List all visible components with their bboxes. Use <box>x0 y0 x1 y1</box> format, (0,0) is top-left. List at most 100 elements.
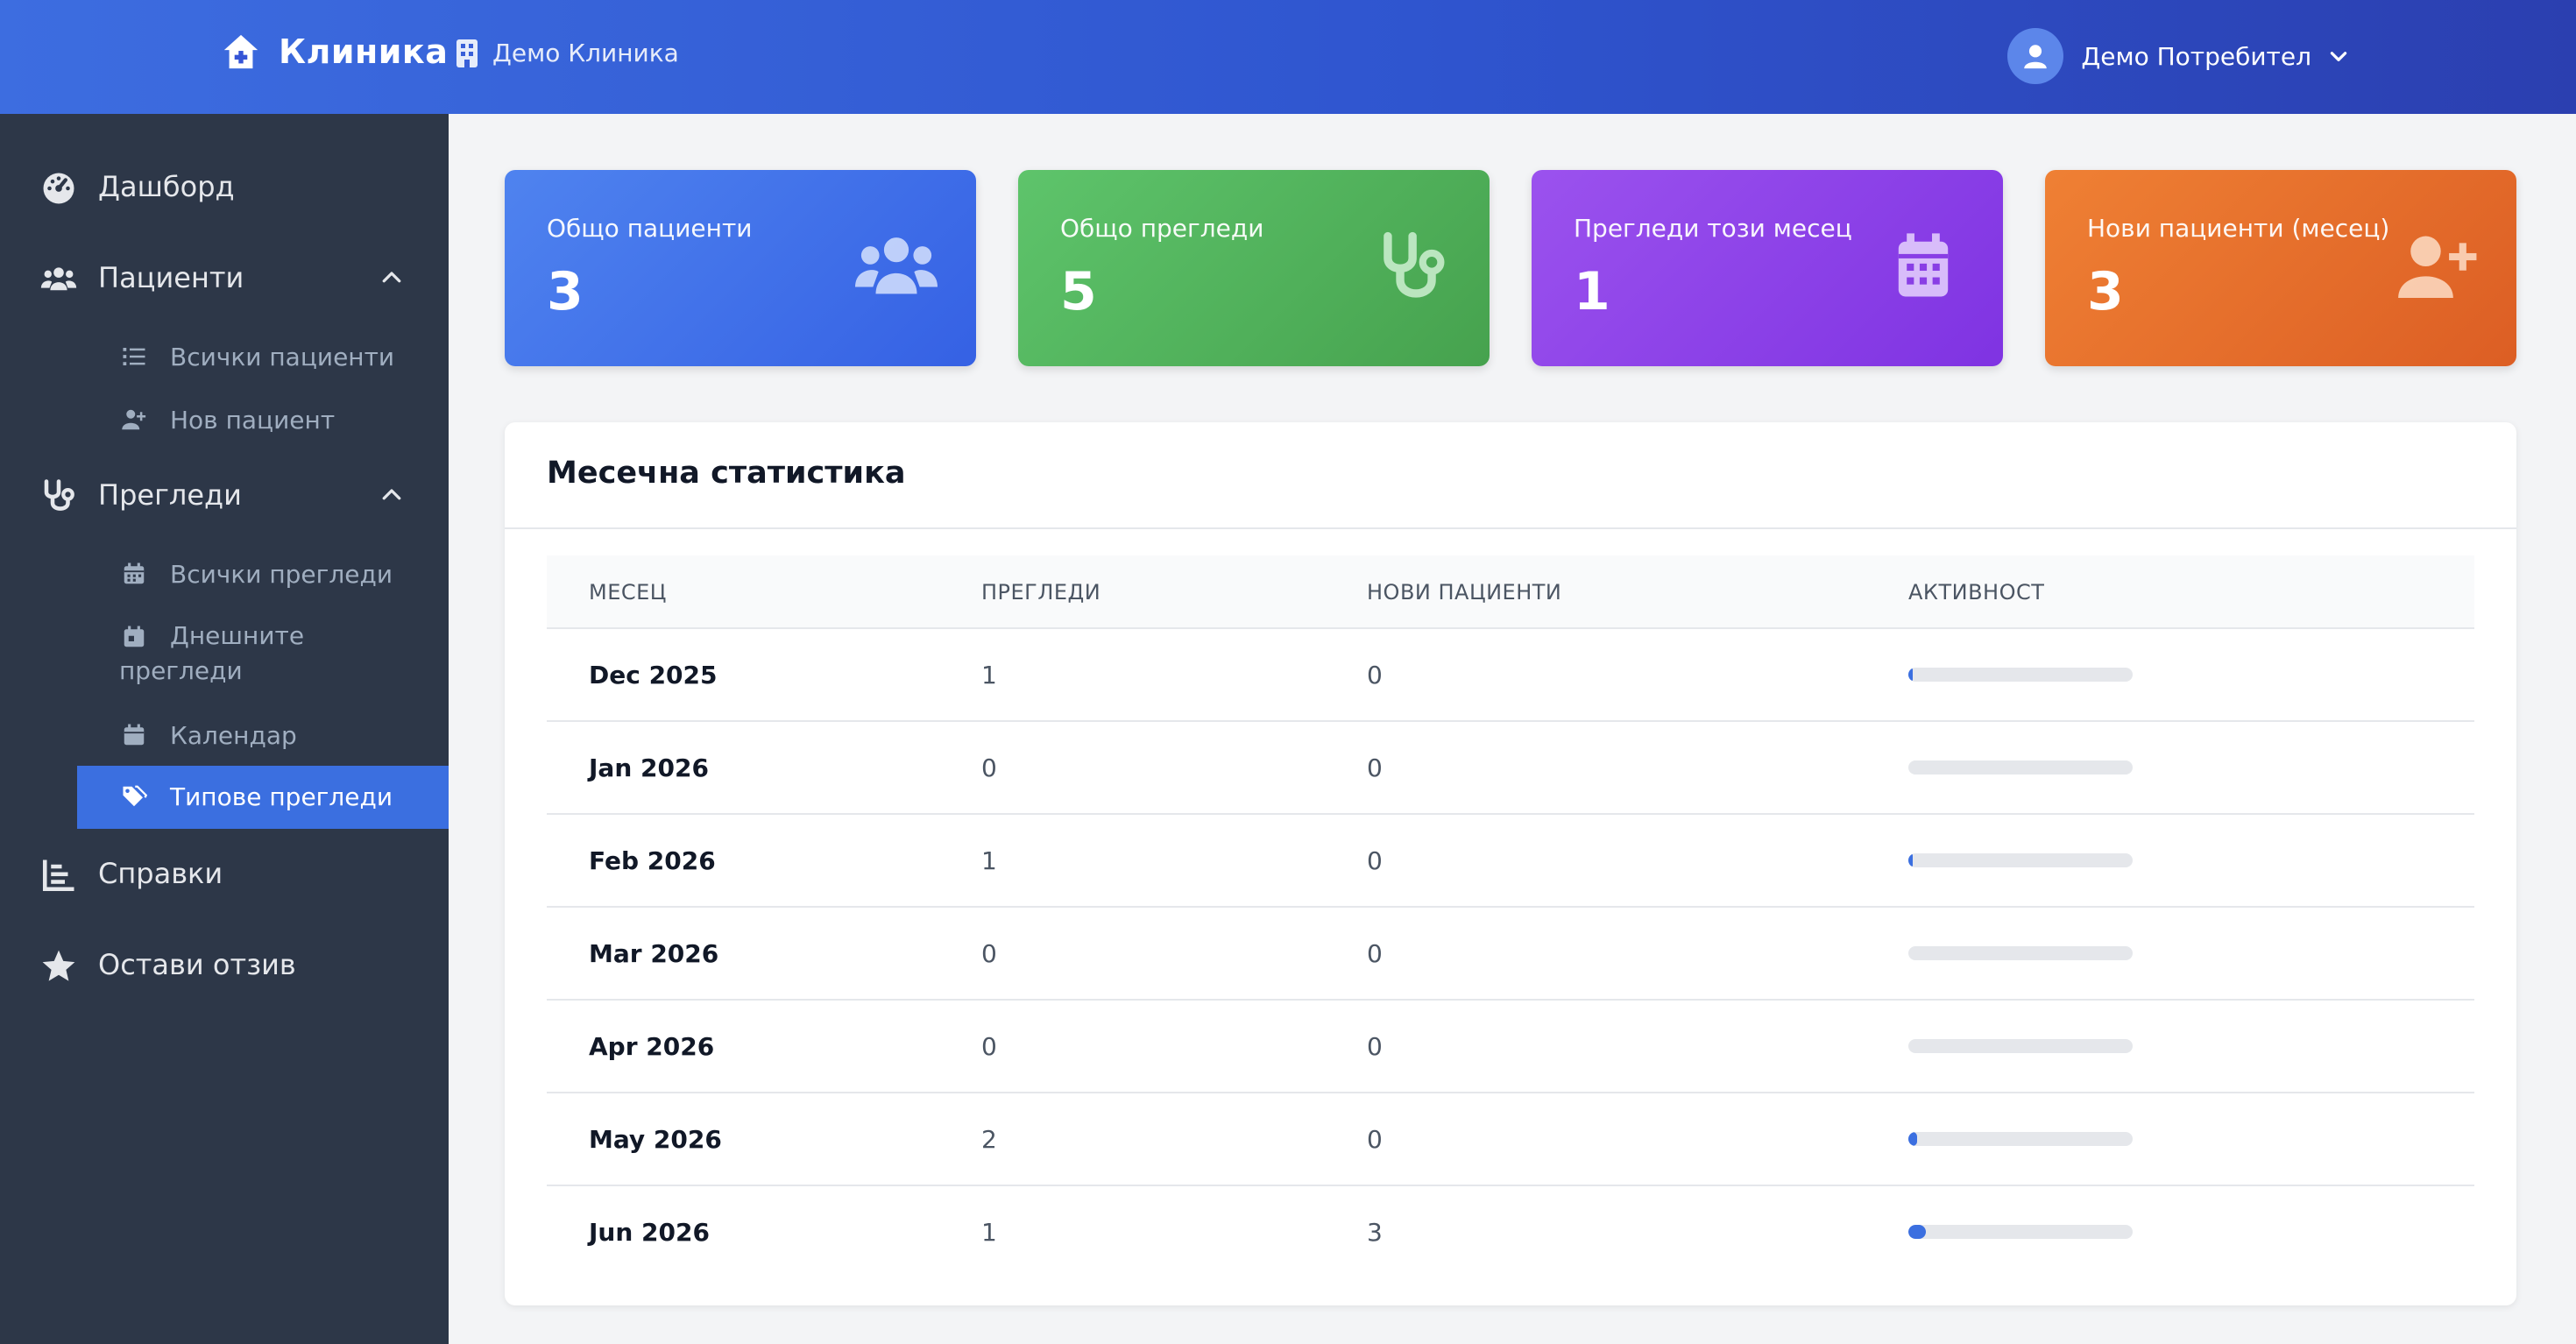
sidebar-label-reports: Справки <box>98 857 223 890</box>
column-header-new-patients: НОВИ ПАЦИЕНТИ <box>1367 580 1562 605</box>
user-plus-icon <box>122 409 146 430</box>
divider <box>505 527 2516 529</box>
stat-title: Общо прегледи <box>1060 214 1264 243</box>
chevron-up-icon[interactable] <box>379 265 405 291</box>
cell-new-patients: 0 <box>1367 939 1383 968</box>
cell-month: May 2026 <box>589 1125 722 1154</box>
sidebar-label-patients: Пациенти <box>98 261 244 294</box>
stat-value: 3 <box>2087 261 2124 322</box>
clinic-selector: Демо Клиника <box>456 39 679 67</box>
table-row: Dec 2025 1 0 <box>547 629 2474 722</box>
table-row: Apr 2026 0 0 <box>547 1001 2474 1093</box>
users-icon <box>40 267 77 291</box>
sidebar-label-exams: Прегледи <box>98 478 242 512</box>
table-row: Feb 2026 1 0 <box>547 815 2474 908</box>
panel-title: Месечна статистика <box>547 456 906 491</box>
activity-bar <box>1908 668 2133 682</box>
sidebar-item-all-patients[interactable]: Всички пациенти <box>77 331 449 384</box>
stat-title: Нови пациенти (месец) <box>2087 214 2390 243</box>
cell-exams: 2 <box>981 1125 997 1154</box>
user-name: Демо Потребител <box>2081 41 2311 71</box>
stat-value: 1 <box>1574 261 1610 322</box>
brand[interactable]: Клиника <box>221 32 448 72</box>
table-row: Jun 2026 1 3 <box>547 1186 2474 1279</box>
list-icon <box>123 348 145 365</box>
stethoscope-icon <box>44 479 74 511</box>
cell-month: Feb 2026 <box>589 846 716 875</box>
cell-exams: 1 <box>981 1218 997 1247</box>
sidebar-item-patients[interactable]: Пациенти <box>0 252 449 305</box>
table-row: Jan 2026 0 0 <box>547 722 2474 815</box>
cell-month: Mar 2026 <box>589 939 719 968</box>
sidebar-label-exam-types: Типове прегледи <box>170 782 393 811</box>
activity-bar <box>1908 1039 2133 1053</box>
stat-card-new-patients-month: Нови пациенти (месец) 3 <box>2045 170 2516 366</box>
stat-card-total-patients: Общо пациенти 3 <box>505 170 976 366</box>
sidebar-item-reports[interactable]: Справки <box>0 848 449 901</box>
user-menu[interactable]: Демо Потребител <box>2007 28 2350 84</box>
table-row: May 2026 2 0 <box>547 1093 2474 1186</box>
column-header-exams: ПРЕГЛЕДИ <box>981 580 1101 605</box>
sidebar-item-exams[interactable]: Прегледи <box>0 470 449 522</box>
table-header: МЕСЕЦ ПРЕГЛЕДИ НОВИ ПАЦИЕНТИ АКТИВНОСТ <box>547 555 2474 629</box>
user-icon <box>2024 45 2048 69</box>
star-icon <box>42 950 75 981</box>
sidebar-label-feedback: Остави отзив <box>98 948 296 981</box>
sidebar-label-todays-exams: Днешните прегледи <box>119 621 305 685</box>
sidebar-label-all-exams: Всички прегледи <box>170 560 393 589</box>
stat-card-total-exams: Общо прегледи 5 <box>1018 170 1490 366</box>
activity-bar <box>1908 853 2133 867</box>
sidebar-item-calendar[interactable]: Календар <box>77 710 449 762</box>
stethoscope-icon <box>1384 231 1445 298</box>
cell-exams: 1 <box>981 661 997 690</box>
activity-bar <box>1908 1132 2133 1146</box>
stat-title: Прегледи този месец <box>1574 214 1852 243</box>
chevron-up-icon[interactable] <box>379 482 405 508</box>
activity-bar <box>1908 760 2133 775</box>
monthly-stats-panel: Месечна статистика МЕСЕЦ ПРЕГЛЕДИ НОВИ П… <box>505 422 2516 1305</box>
top-navbar: Клиника Демо Клиника Демо Потребител <box>0 0 2576 114</box>
sidebar-item-exam-types[interactable]: Типове прегледи <box>77 766 449 829</box>
user-plus-icon <box>2398 236 2477 299</box>
activity-bar <box>1908 946 2133 960</box>
cell-month: Jan 2026 <box>589 753 709 782</box>
sidebar-item-new-patient[interactable]: Нов пациент <box>77 394 449 447</box>
sidebar-item-all-exams[interactable]: Всички прегледи <box>77 548 449 601</box>
calendar-icon <box>124 724 145 746</box>
activity-bar <box>1908 1225 2133 1239</box>
clinic-name: Демо Клиника <box>492 39 679 67</box>
chevron-down-icon <box>2330 52 2347 61</box>
sidebar-item-todays-exams[interactable]: Днешните прегледи <box>77 612 449 696</box>
sidebar: Дашборд Пациенти Всички пациенти Нов пац… <box>0 114 449 1344</box>
activity-bar-fill <box>1908 1225 1927 1239</box>
cell-exams: 0 <box>981 939 997 968</box>
sidebar-item-dashboard[interactable]: Дашборд <box>0 161 449 214</box>
cell-month: Apr 2026 <box>589 1032 715 1061</box>
activity-bar-fill <box>1908 668 1914 682</box>
chart-bar-icon <box>42 859 74 892</box>
stat-card-exams-this-month: Прегледи този месец 1 <box>1532 170 2003 366</box>
stat-value: 3 <box>547 261 584 322</box>
calendar-icon <box>1898 233 1949 297</box>
activity-bar-fill <box>1908 853 1914 867</box>
cell-new-patients: 0 <box>1367 1125 1383 1154</box>
avatar <box>2007 28 2064 84</box>
activity-bar-fill <box>1908 1132 1918 1146</box>
sidebar-label-all-patients: Всички пациенти <box>170 343 395 371</box>
cell-exams: 1 <box>981 846 997 875</box>
cell-exams: 0 <box>981 1032 997 1061</box>
cell-month: Dec 2025 <box>589 661 718 690</box>
table-row: Mar 2026 0 0 <box>547 908 2474 1001</box>
sidebar-item-feedback[interactable]: Остави отзив <box>0 939 449 992</box>
brand-name: Клиника <box>279 32 449 71</box>
sidebar-label-dashboard: Дашборд <box>98 170 235 203</box>
cell-new-patients: 0 <box>1367 661 1383 690</box>
gauge-icon <box>43 173 74 204</box>
sidebar-label-calendar: Календар <box>170 721 297 750</box>
stat-value: 5 <box>1060 261 1097 322</box>
cell-month: Jun 2026 <box>589 1218 710 1247</box>
users-icon <box>855 237 938 294</box>
column-header-month: МЕСЕЦ <box>589 580 667 605</box>
clinic-home-icon <box>223 34 258 69</box>
building-icon <box>456 39 478 67</box>
